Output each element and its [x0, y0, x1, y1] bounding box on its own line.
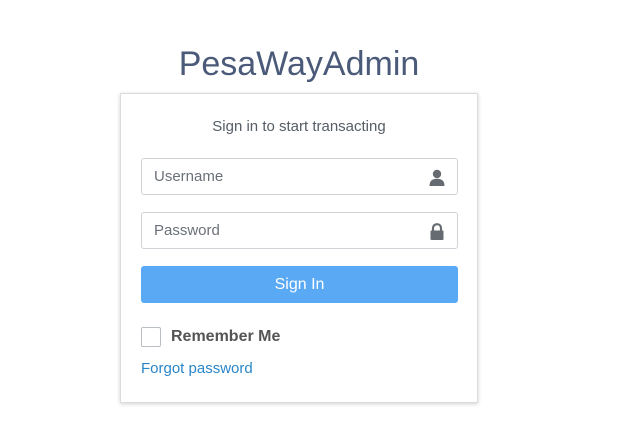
username-field[interactable]: [141, 158, 458, 195]
forgot-password-link[interactable]: Forgot password: [141, 360, 253, 378]
user-icon: [429, 169, 445, 186]
app-title: PesaWayAdmin: [178, 45, 420, 83]
sign-in-button[interactable]: Sign In: [141, 266, 458, 303]
password-field[interactable]: [141, 212, 458, 249]
remember-me-label[interactable]: Remember Me: [171, 328, 280, 346]
password-input[interactable]: [142, 213, 457, 248]
login-card: Sign in to start transacting Sign In: [120, 93, 478, 403]
remember-me-row[interactable]: Remember Me: [141, 326, 280, 348]
lock-icon: [429, 223, 445, 240]
login-page: PesaWayAdmin Sign in to start transactin…: [0, 0, 644, 423]
remember-me-checkbox[interactable]: [141, 327, 161, 347]
login-subtitle: Sign in to start transacting: [212, 118, 386, 135]
username-input[interactable]: [142, 159, 457, 194]
